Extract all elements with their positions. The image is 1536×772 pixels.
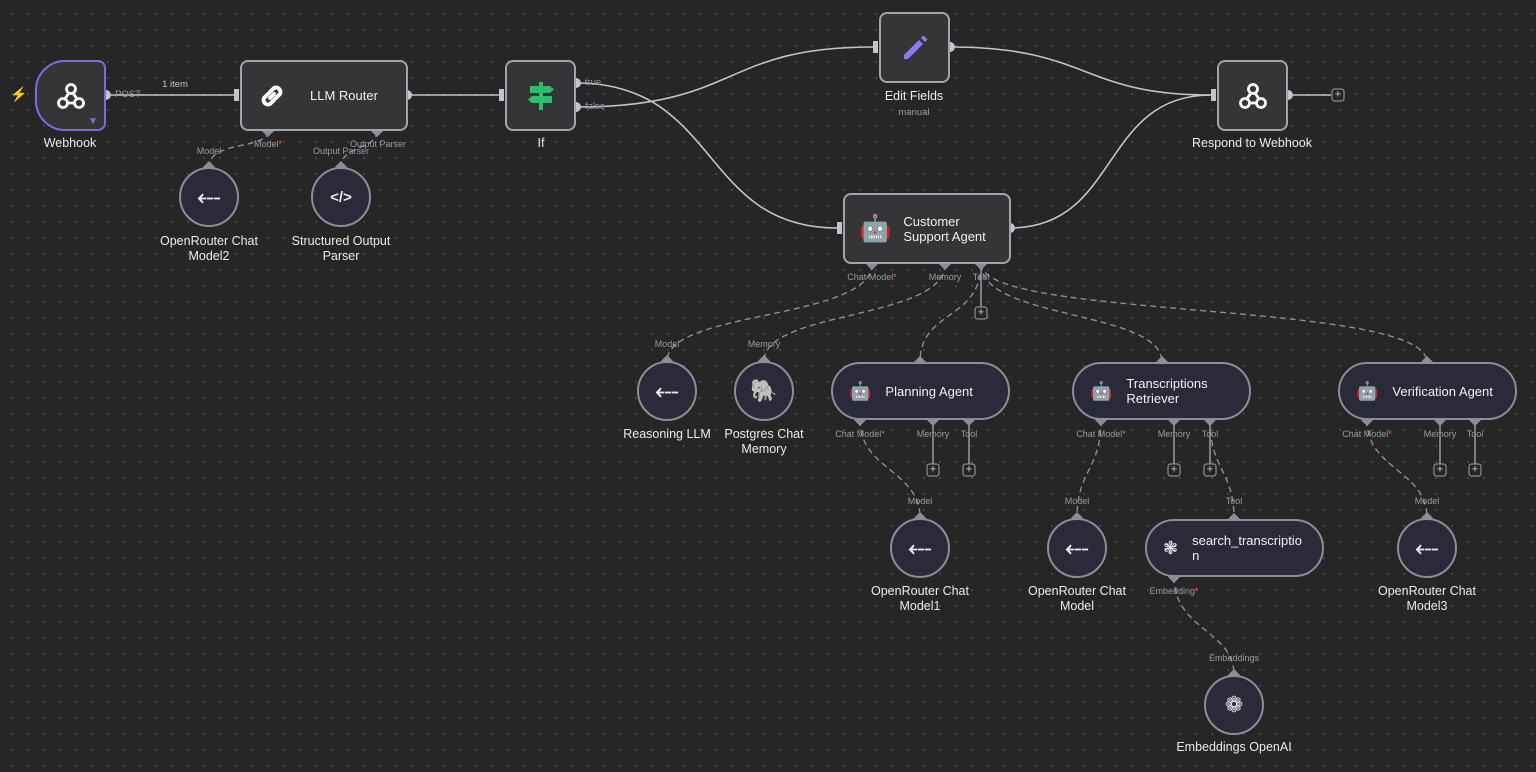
node-postgres-chat-memory[interactable]: 🐘 <box>734 361 794 421</box>
edge-post-label: POST <box>115 89 141 100</box>
code-icon: </> <box>330 188 352 206</box>
node-llm-router[interactable]: LLM Router <box>240 60 408 131</box>
add-tool-button[interactable]: + <box>962 463 976 477</box>
port-chat-model: Chat Model* <box>1342 429 1392 439</box>
robot-icon: 🤖 <box>1090 380 1113 401</box>
port-label: Model <box>1064 496 1090 506</box>
node-openrouter-chat-model2[interactable]: ⤎ <box>179 167 239 227</box>
add-memory-button[interactable]: + <box>1167 463 1181 477</box>
llm-router-title: LLM Router <box>310 88 378 103</box>
node-verification-agent[interactable]: 🤖 Verification Agent <box>1338 362 1517 420</box>
openrouter1-label: OpenRouter Chat Model1 <box>871 584 969 613</box>
webhook-label: Webhook <box>43 136 97 150</box>
embeddings-openai-label: Embeddings OpenAI <box>1176 740 1292 754</box>
port-label: Model <box>1414 496 1440 506</box>
port-tool-input: Tool <box>1225 496 1243 506</box>
openrouter3-label: OpenRouter Chat Model3 <box>1378 584 1476 613</box>
robot-icon: 🤖 <box>859 213 892 243</box>
node-embeddings-openai[interactable]: ❁ <box>1204 675 1264 735</box>
port-memory: Memory <box>1423 429 1457 439</box>
openrouter-icon: ⤎ <box>1415 535 1439 560</box>
pencil-icon <box>903 35 927 59</box>
port-label: Model <box>654 339 680 349</box>
port-tool: Tool <box>1466 429 1484 439</box>
openrouter-label: OpenRouter Chat Model <box>1028 584 1126 613</box>
edge-edit-respond <box>949 46 1212 96</box>
node-structured-output-parser[interactable]: </> <box>311 167 371 227</box>
port-memory: Memory <box>916 429 950 439</box>
port-memory: Memory <box>1157 429 1191 439</box>
add-tool-button[interactable]: + <box>974 306 988 320</box>
if-false-label: false <box>584 101 606 112</box>
if-true-label: true <box>584 77 602 88</box>
add-tool-button[interactable]: + <box>1468 463 1482 477</box>
postgres-label: Postgres Chat Memory <box>724 427 804 456</box>
edge-if-true-agent <box>575 82 838 229</box>
port-label: Output Parser <box>312 146 370 156</box>
openrouter-icon: ⤎ <box>197 184 221 209</box>
add-tool-button[interactable]: + <box>1203 463 1217 477</box>
node-openrouter-chat-model[interactable]: ⤎ <box>1047 518 1107 578</box>
edge-if-false-edit <box>575 46 874 108</box>
port-label-model: Model* <box>253 139 283 149</box>
node-if[interactable] <box>505 60 576 131</box>
if-label: If <box>537 136 545 150</box>
port-tool: Tool <box>960 429 978 439</box>
node-edit-fields[interactable] <box>879 12 950 83</box>
node-customer-support-agent[interactable]: 🤖 Customer Support Agent <box>843 193 1011 264</box>
robot-icon: 🤖 <box>849 380 872 401</box>
node-transcriptions-retriever[interactable]: 🤖 Transcriptions Retriever <box>1072 362 1251 420</box>
signpost-icon <box>527 81 554 110</box>
openrouter2-label: OpenRouter Chat Model2 <box>160 234 258 263</box>
openrouter-icon: ⤎ <box>655 378 679 403</box>
node-search-transcription[interactable]: ❃ search_transcriptio n <box>1145 519 1324 577</box>
openai-icon: ❁ <box>1224 692 1244 717</box>
link-icon <box>261 85 283 106</box>
port-label: Embeddings <box>1208 653 1260 663</box>
openrouter-icon: ⤎ <box>1065 535 1089 560</box>
webhook-icon <box>56 82 85 109</box>
add-node-button[interactable]: + <box>1331 88 1345 102</box>
edit-fields-subtitle: manual <box>898 107 930 118</box>
port-label: Memory <box>747 339 781 349</box>
node-respond-to-webhook[interactable] <box>1217 60 1288 131</box>
port-tool: Tool <box>972 272 990 282</box>
port-tool: Tool <box>1201 429 1219 439</box>
port-memory: Memory <box>928 272 962 282</box>
node-webhook[interactable]: ▼ <box>35 60 106 131</box>
vector-store-icon: ❃ <box>1163 537 1179 558</box>
port-embedding: Embedding* <box>1149 586 1199 596</box>
port-chat-model: Chat Model* <box>847 272 897 282</box>
add-memory-button[interactable]: + <box>1433 463 1447 477</box>
port-label: Model <box>907 496 933 506</box>
respond-label: Respond to Webhook <box>1192 136 1312 150</box>
postgres-elephant-icon: 🐘 <box>750 378 778 403</box>
node-openrouter-chat-model1[interactable]: ⤎ <box>890 518 950 578</box>
robot-icon: 🤖 <box>1356 380 1379 401</box>
edge-item-count: 1 item <box>162 79 188 90</box>
webhook-icon <box>1238 82 1267 109</box>
port-chat-model: Chat Model* <box>1076 429 1126 439</box>
edge-agent-respond <box>1009 94 1212 229</box>
reasoning-llm-label: Reasoning LLM <box>623 427 711 441</box>
port-chat-model: Chat Model* <box>835 429 885 439</box>
structured-parser-label: Structured Output Parser <box>291 234 391 263</box>
openrouter-icon: ⤎ <box>908 535 932 560</box>
agent-title-line1: Customer <box>903 213 960 229</box>
node-openrouter-chat-model3[interactable]: ⤎ <box>1397 518 1457 578</box>
edit-fields-label: Edit Fields <box>884 89 944 103</box>
node-reasoning-llm[interactable]: ⤎ <box>637 361 697 421</box>
port-label: Model <box>196 146 222 156</box>
pin-icon: ▼ <box>88 116 98 127</box>
trigger-bolt-icon: ⚡ <box>10 86 28 102</box>
node-planning-agent[interactable]: 🤖 Planning Agent <box>831 362 1010 420</box>
agent-title-line2: Support Agent <box>903 228 986 244</box>
add-memory-button[interactable]: + <box>926 463 940 477</box>
